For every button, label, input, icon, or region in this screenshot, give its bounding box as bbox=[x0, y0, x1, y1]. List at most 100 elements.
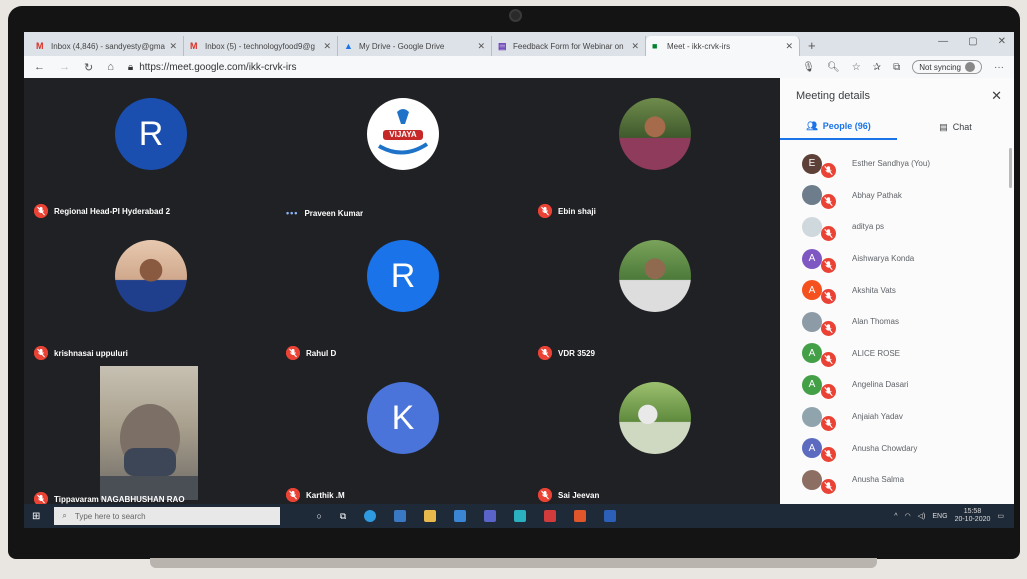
url-field[interactable]: 🔒︎ https://meet.google.com/ikk-crvk-irs bbox=[128, 62, 788, 73]
participant-name-label: Karthik .M bbox=[286, 488, 345, 502]
browser-tab[interactable]: ▤ Feedback Form for Webinar on ✕ bbox=[492, 36, 646, 56]
store-icon[interactable] bbox=[394, 510, 407, 522]
participant-tile[interactable]: Sai Jeevan bbox=[528, 362, 780, 504]
participant-list-name: Abhay Pathak bbox=[852, 190, 902, 200]
new-tab-button[interactable]: + bbox=[808, 38, 816, 53]
back-icon[interactable]: ← bbox=[34, 61, 45, 73]
window-controls: — ▢ ✕ bbox=[938, 36, 1006, 47]
participant-list-item[interactable]: Alan Thomas bbox=[780, 306, 1014, 338]
mic-off-icon bbox=[286, 346, 300, 360]
tab-favicon-icon: ▤ bbox=[498, 40, 507, 51]
participant-list-item[interactable]: E Esther Sandhya (You) bbox=[780, 148, 1014, 180]
home-icon[interactable]: ⌂ bbox=[107, 61, 114, 73]
zoom-icon[interactable]: 🔍︎ bbox=[827, 62, 840, 73]
participant-list-item[interactable]: A Angelina Dasari bbox=[780, 369, 1014, 401]
mic-off-icon bbox=[538, 346, 552, 360]
participant-list-name: ALICE ROSE bbox=[852, 348, 901, 358]
participant-tile[interactable]: Ebin shaji bbox=[528, 78, 780, 220]
webcam bbox=[509, 9, 522, 22]
participant-list-item[interactable]: Abhay Pathak bbox=[780, 180, 1014, 212]
participant-tile[interactable]: VIJAYA ••• Praveen Kumar bbox=[276, 78, 528, 220]
collections-icon[interactable]: ⧉ bbox=[893, 62, 900, 73]
logo-text: VIJAYA bbox=[389, 130, 417, 139]
browser-tab[interactable]: ▲ My Drive - Google Drive ✕ bbox=[338, 36, 492, 56]
mic-icon[interactable]: 🎙︎ bbox=[802, 62, 815, 73]
participant-name: Rahul D bbox=[306, 348, 337, 358]
forward-icon[interactable]: → bbox=[59, 61, 70, 73]
tab-favicon-icon: ▲ bbox=[344, 40, 353, 51]
browser-tab[interactable]: M Inbox (4,846) - sandyesty@gma ✕ bbox=[30, 36, 184, 56]
app-icon[interactable] bbox=[514, 510, 527, 522]
teams-icon[interactable] bbox=[484, 510, 497, 522]
tray-arrow-icon[interactable]: ^ bbox=[894, 513, 897, 520]
participant-list-item[interactable]: aditya ps bbox=[780, 211, 1014, 243]
close-icon[interactable]: ✕ bbox=[991, 88, 1002, 104]
mic-off-icon bbox=[821, 162, 836, 178]
minimize-icon[interactable]: — bbox=[938, 36, 948, 47]
participant-photo bbox=[619, 382, 691, 454]
participant-tile[interactable]: K Karthik .M bbox=[276, 362, 528, 504]
participant-name-label: Ebin shaji bbox=[538, 204, 596, 218]
language-indicator[interactable]: ENG bbox=[932, 513, 947, 520]
mcafee-icon[interactable] bbox=[544, 510, 557, 522]
participant-photo bbox=[619, 240, 691, 312]
tab-close-icon[interactable]: ✕ bbox=[785, 41, 793, 52]
tab-close-icon[interactable]: ✕ bbox=[169, 41, 177, 52]
browser-tab[interactable]: ■ Meet - ikk-crvk-irs ✕ bbox=[646, 36, 800, 56]
tab-title: Inbox (4,846) - sandyesty@gma bbox=[51, 41, 165, 51]
tab-close-icon[interactable]: ✕ bbox=[477, 41, 485, 52]
taskbar-apps: ○ ⧉ bbox=[316, 510, 617, 522]
mic-off-icon bbox=[821, 447, 836, 463]
star-icon[interactable]: ☆ bbox=[852, 62, 861, 73]
tab-close-icon[interactable]: ✕ bbox=[631, 41, 639, 52]
volume-icon[interactable]: ◁) bbox=[918, 512, 926, 520]
participant-list-item[interactable]: A Aishwarya Konda bbox=[780, 243, 1014, 275]
participant-grid: R Regional Head-PI Hyderabad 2 VIJAYA ••• Pr… bbox=[24, 78, 780, 506]
favorites-icon[interactable]: ✰ bbox=[873, 62, 881, 73]
participant-tile[interactable]: R Regional Head-PI Hyderabad 2 bbox=[24, 78, 276, 220]
explorer-icon[interactable] bbox=[424, 510, 437, 522]
participant-name: krishnasai uppuluri bbox=[54, 348, 128, 358]
refresh-icon[interactable]: ↻ bbox=[84, 61, 93, 74]
participant-list-item[interactable]: Anjaiah Yadav bbox=[780, 401, 1014, 433]
windows-start-icon[interactable]: ⊞ bbox=[32, 511, 40, 522]
participant-list-avatar: A bbox=[802, 248, 836, 273]
tab-people[interactable]: 👥︎ People (96) bbox=[780, 114, 897, 140]
notifications-icon[interactable]: ▭ bbox=[997, 512, 1004, 520]
avatar-initial: A bbox=[808, 284, 816, 296]
participant-tile[interactable]: krishnasai uppuluri bbox=[24, 220, 276, 362]
participant-list-item[interactable]: Anusha Salma bbox=[780, 464, 1014, 496]
people-scrollbar[interactable] bbox=[1009, 148, 1012, 188]
clock-time: 15:58 bbox=[963, 508, 982, 515]
participant-tile[interactable]: VDR 3529 bbox=[528, 220, 780, 362]
participant-tile[interactable]: R Rahul D bbox=[276, 220, 528, 362]
participant-name: Karthik .M bbox=[306, 490, 345, 500]
close-window-icon[interactable]: ✕ bbox=[998, 36, 1006, 47]
wifi-icon[interactable]: ◠ bbox=[905, 512, 911, 520]
browser-tab[interactable]: M Inbox (5) - technologyfood9@g ✕ bbox=[184, 36, 338, 56]
clock[interactable]: 15:58 20-10-2020 bbox=[955, 508, 991, 524]
office-icon[interactable] bbox=[574, 510, 587, 522]
tab-close-icon[interactable]: ✕ bbox=[323, 41, 331, 52]
browser-tabstrip: M Inbox (4,846) - sandyesty@gma ✕ M Inbox (5… bbox=[24, 32, 1014, 56]
participant-avatar: R bbox=[115, 98, 187, 170]
sync-button[interactable]: Not syncing bbox=[912, 60, 982, 74]
people-list: E Esther Sandhya (You) Abhay Pathak aditya … bbox=[780, 148, 1014, 496]
sync-label: Not syncing bbox=[919, 62, 961, 72]
word-icon[interactable] bbox=[604, 510, 617, 522]
task-view-icon[interactable]: ⧉ bbox=[340, 511, 346, 522]
participant-avatar: K bbox=[367, 382, 439, 454]
laptop-photo: M Inbox (4,846) - sandyesty@gma ✕ M Inbox (5… bbox=[0, 0, 1027, 579]
participant-list-item[interactable]: A ALICE ROSE bbox=[780, 338, 1014, 370]
participant-list-item[interactable]: A Akshita Vats bbox=[780, 274, 1014, 306]
participant-tile[interactable]: Tippavaram NAGABHUSHAN RAO bbox=[24, 362, 276, 506]
tab-chat[interactable]: ▤ Chat bbox=[897, 114, 1014, 140]
mail-icon[interactable] bbox=[454, 510, 467, 522]
more-icon[interactable]: ··· bbox=[994, 62, 1004, 73]
taskbar-search[interactable]: ⌕ Type here to search bbox=[54, 507, 281, 525]
tab-chat-label: Chat bbox=[952, 122, 972, 132]
cortana-icon[interactable]: ○ bbox=[316, 511, 321, 521]
edge-icon[interactable] bbox=[364, 510, 377, 522]
maximize-icon[interactable]: ▢ bbox=[968, 36, 977, 47]
participant-list-item[interactable]: A Anusha Chowdary bbox=[780, 432, 1014, 464]
